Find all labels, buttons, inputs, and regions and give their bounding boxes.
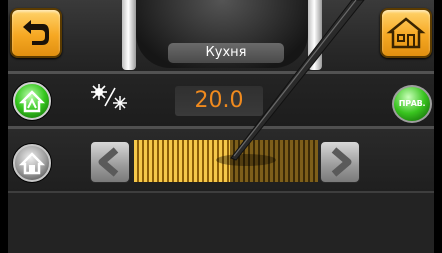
back-arrow-icon — [23, 20, 49, 45]
prav-button[interactable]: ПРАВ. — [392, 85, 432, 123]
back-button[interactable] — [10, 8, 62, 58]
title-frame-left — [122, 0, 136, 70]
temperature-slider[interactable] — [134, 140, 318, 182]
auto-home-icon — [18, 90, 46, 113]
title-frame-right — [308, 0, 322, 70]
slider-fill — [134, 140, 230, 182]
temperature-value[interactable]: 20.0 — [175, 86, 263, 116]
chevron-right-icon — [331, 147, 352, 177]
thermostat-screen: Кухня 20.0 ПРАВ. — [0, 0, 442, 253]
room-title: Кухня — [168, 43, 284, 63]
manual-mode-button[interactable] — [13, 144, 51, 182]
auto-mode-button[interactable] — [13, 82, 51, 120]
home-icon — [386, 17, 426, 49]
decrease-button[interactable] — [90, 141, 130, 183]
increase-button[interactable] — [320, 141, 360, 183]
manual-home-icon — [18, 152, 46, 175]
empty-row — [0, 193, 442, 253]
slider-remainder — [230, 140, 318, 182]
home-button[interactable] — [380, 8, 432, 58]
sun-snowflake-icon — [91, 84, 127, 110]
right-edge — [434, 0, 442, 253]
left-edge — [0, 0, 8, 253]
chevron-left-icon — [98, 147, 119, 177]
